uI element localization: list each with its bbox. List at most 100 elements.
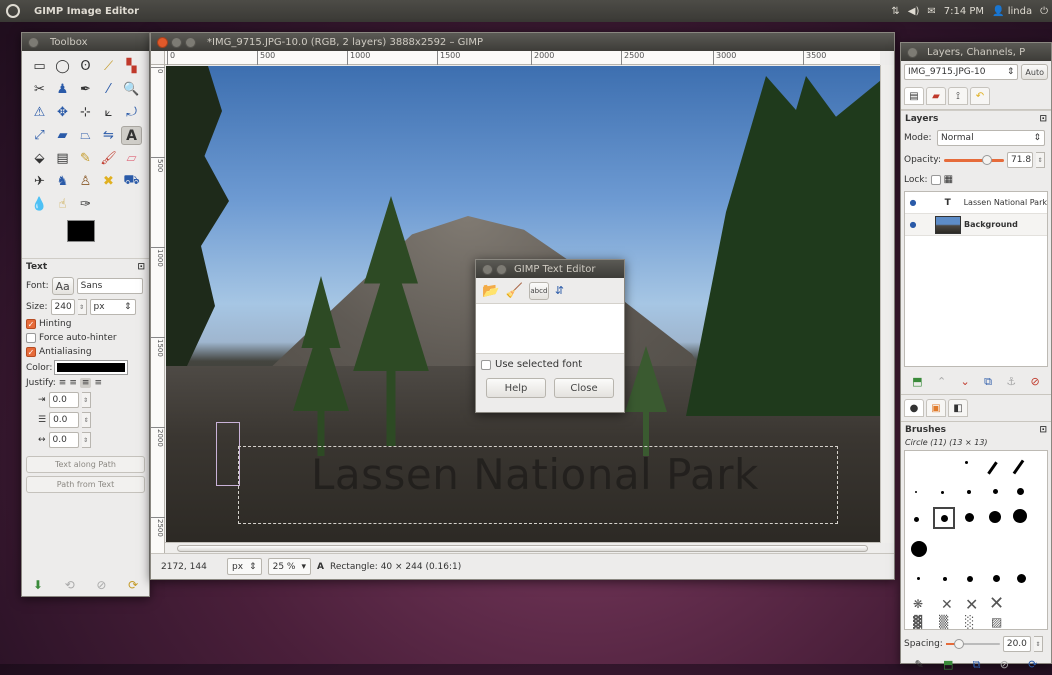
opacity-slider[interactable] <box>944 155 1004 165</box>
antialiasing-row[interactable]: ✓ Antialiasing <box>22 345 149 359</box>
force-autohinter-checkbox[interactable] <box>26 333 36 343</box>
delete-options-icon[interactable]: ⊘ <box>96 578 106 592</box>
clock[interactable]: 7:14 PM <box>944 6 984 17</box>
scale-tool-icon[interactable]: ⤢ <box>29 126 50 145</box>
reset-options-icon[interactable]: ⟳ <box>128 578 138 592</box>
anchor-layer-icon[interactable]: ⚓ <box>1006 375 1016 389</box>
heal-tool-icon[interactable]: ✖ <box>98 172 119 191</box>
dock-titlebar[interactable]: Layers, Channels, P <box>901 43 1051 61</box>
justify-right-icon[interactable]: ≡ <box>69 378 77 388</box>
brush-swatch[interactable]: ▒ <box>939 615 948 629</box>
text-editor-titlebar[interactable]: GIMP Text Editor <box>476 260 624 278</box>
text-color-button[interactable] <box>54 360 129 375</box>
brush-swatch[interactable] <box>911 541 927 557</box>
help-button[interactable]: Help <box>486 378 546 398</box>
restore-options-icon[interactable]: ⟲ <box>65 578 75 592</box>
ink-tool-icon[interactable]: ♞ <box>52 172 73 191</box>
image-window-maximize-button[interactable] <box>185 36 196 48</box>
delete-brush-icon[interactable]: ⊘ <box>1000 658 1009 672</box>
brush-swatch[interactable] <box>943 577 947 581</box>
color-picker-tool-icon[interactable]: ⁄ <box>98 80 119 99</box>
size-unit-select[interactable]: px ⇕ <box>89 299 136 315</box>
brush-swatch[interactable] <box>967 490 971 494</box>
brush-swatch[interactable] <box>1012 459 1025 475</box>
foreground-color-swatch[interactable] <box>67 220 95 242</box>
rotate-tool-icon[interactable]: ⤾ <box>121 103 142 122</box>
flip-tool-icon[interactable]: ⇋ <box>98 126 119 145</box>
volume-icon[interactable]: ◀) <box>908 6 920 17</box>
bucket-fill-tool-icon[interactable]: ⬙ <box>29 149 50 168</box>
use-selected-font-checkbox[interactable] <box>481 359 491 370</box>
brush-swatch[interactable]: ✕ <box>989 593 1004 614</box>
refresh-brushes-icon[interactable]: ⟳ <box>1028 658 1037 672</box>
paths-tool-icon[interactable]: ✒ <box>75 80 96 99</box>
hinting-row[interactable]: ✓ Hinting <box>22 317 149 331</box>
letter-spacing-spinner[interactable]: ⇕ <box>81 432 91 448</box>
fg-bg-color-swatches[interactable] <box>67 218 149 258</box>
font-field[interactable]: Sans <box>76 278 143 294</box>
spacing-field[interactable]: 20.0 <box>1002 636 1031 652</box>
lower-layer-icon[interactable]: ⌄ <box>961 375 970 389</box>
brush-swatch[interactable] <box>1017 574 1026 583</box>
line-spacing-spinner[interactable]: ⇕ <box>82 412 92 428</box>
text-editor-textarea[interactable] <box>476 304 624 354</box>
mode-select[interactable]: Normal ⇕ <box>937 130 1045 146</box>
scissors-tool-icon[interactable]: ✂ <box>29 80 50 99</box>
tab-undo-icon[interactable]: ↶ <box>970 87 990 105</box>
brush-swatch[interactable] <box>989 511 1001 523</box>
line-spacing-field[interactable]: 0.0 <box>49 412 80 428</box>
tab-patterns-icon[interactable]: ▣ <box>926 399 946 417</box>
text-editor-close-button[interactable] <box>482 263 493 275</box>
force-autohinter-row[interactable]: Force auto-hinter <box>22 331 149 345</box>
indent-field[interactable]: 0.0 <box>48 392 79 408</box>
use-selected-font-row[interactable]: Use selected font <box>476 354 624 375</box>
close-button[interactable]: Close <box>554 378 614 398</box>
duplicate-brush-icon[interactable]: ⧉ <box>973 658 981 672</box>
foreground-select-tool-icon[interactable]: ♟ <box>52 80 73 99</box>
toolbox-close-button[interactable] <box>28 36 39 48</box>
free-select-tool-icon[interactable]: ʘ <box>75 57 96 76</box>
select-by-color-tool-icon[interactable]: ▚ <box>121 57 142 76</box>
brush-swatch[interactable] <box>965 461 968 464</box>
brush-swatch[interactable] <box>914 517 919 522</box>
canvas-text-layer[interactable]: Lassen National Park <box>311 450 759 499</box>
brush-swatch[interactable] <box>993 575 1000 582</box>
opacity-slider-handle[interactable] <box>982 155 992 165</box>
brush-grid[interactable]: ✕ ✕ ✕ ❋ ▓ ▒ ░ ▨ <box>904 450 1048 630</box>
spacing-slider[interactable] <box>945 639 1000 649</box>
paintbrush-tool-icon[interactable]: 🖌 <box>98 149 119 168</box>
clear-text-icon[interactable]: 🧹 <box>505 283 522 299</box>
brush-swatch[interactable] <box>941 491 944 494</box>
dodge-burn-tool-icon[interactable]: ✑ <box>75 195 96 214</box>
brush-swatch[interactable] <box>987 461 998 475</box>
opacity-field[interactable]: 71.8 <box>1007 152 1033 168</box>
tab-brushes-icon[interactable]: ● <box>904 399 924 417</box>
text-tool-icon[interactable]: A <box>121 126 142 145</box>
toolbox-titlebar[interactable]: Toolbox <box>22 33 149 51</box>
tab-layers-icon[interactable]: ▤ <box>904 87 924 105</box>
perspective-tool-icon[interactable]: ⏢ <box>75 126 96 145</box>
shear-tool-icon[interactable]: ▰ <box>52 126 73 145</box>
blur-tool-icon[interactable]: 💧 <box>29 195 50 214</box>
power-icon[interactable]: ⏻ <box>1040 6 1048 17</box>
mail-icon[interactable]: ✉ <box>927 6 935 17</box>
hinting-checkbox[interactable]: ✓ <box>26 319 36 329</box>
letter-spacing-field[interactable]: 0.0 <box>48 432 79 448</box>
brush-swatch[interactable]: ✕ <box>941 597 953 613</box>
selection-rectangle-handle[interactable] <box>216 422 240 486</box>
lock-alpha-icon[interactable]: ▦ <box>944 174 953 185</box>
horizontal-scrollbar-thumb[interactable] <box>177 545 868 552</box>
brush-swatch[interactable]: ▨ <box>991 615 1002 629</box>
airbrush-tool-icon[interactable]: ✈ <box>29 172 50 191</box>
brush-swatch[interactable]: ▓ <box>913 615 922 629</box>
duplicate-layer-icon[interactable]: ⧉ <box>984 375 992 389</box>
save-options-icon[interactable]: ⬇ <box>33 578 43 592</box>
move-tool-icon[interactable]: ✥ <box>52 103 73 122</box>
justify-center-icon[interactable]: ≡ <box>79 378 92 388</box>
ellipse-select-tool-icon[interactable]: ◯ <box>52 57 73 76</box>
size-spinner[interactable]: ⇕ <box>77 299 87 315</box>
antialiasing-checkbox[interactable]: ✓ <box>26 347 36 357</box>
lock-pixels-checkbox[interactable] <box>930 174 941 185</box>
layer-visibility-eye-icon[interactable]: ● <box>905 198 921 207</box>
image-window-titlebar[interactable]: *IMG_9715.JPG-10.0 (RGB, 2 layers) 3888x… <box>151 33 894 51</box>
